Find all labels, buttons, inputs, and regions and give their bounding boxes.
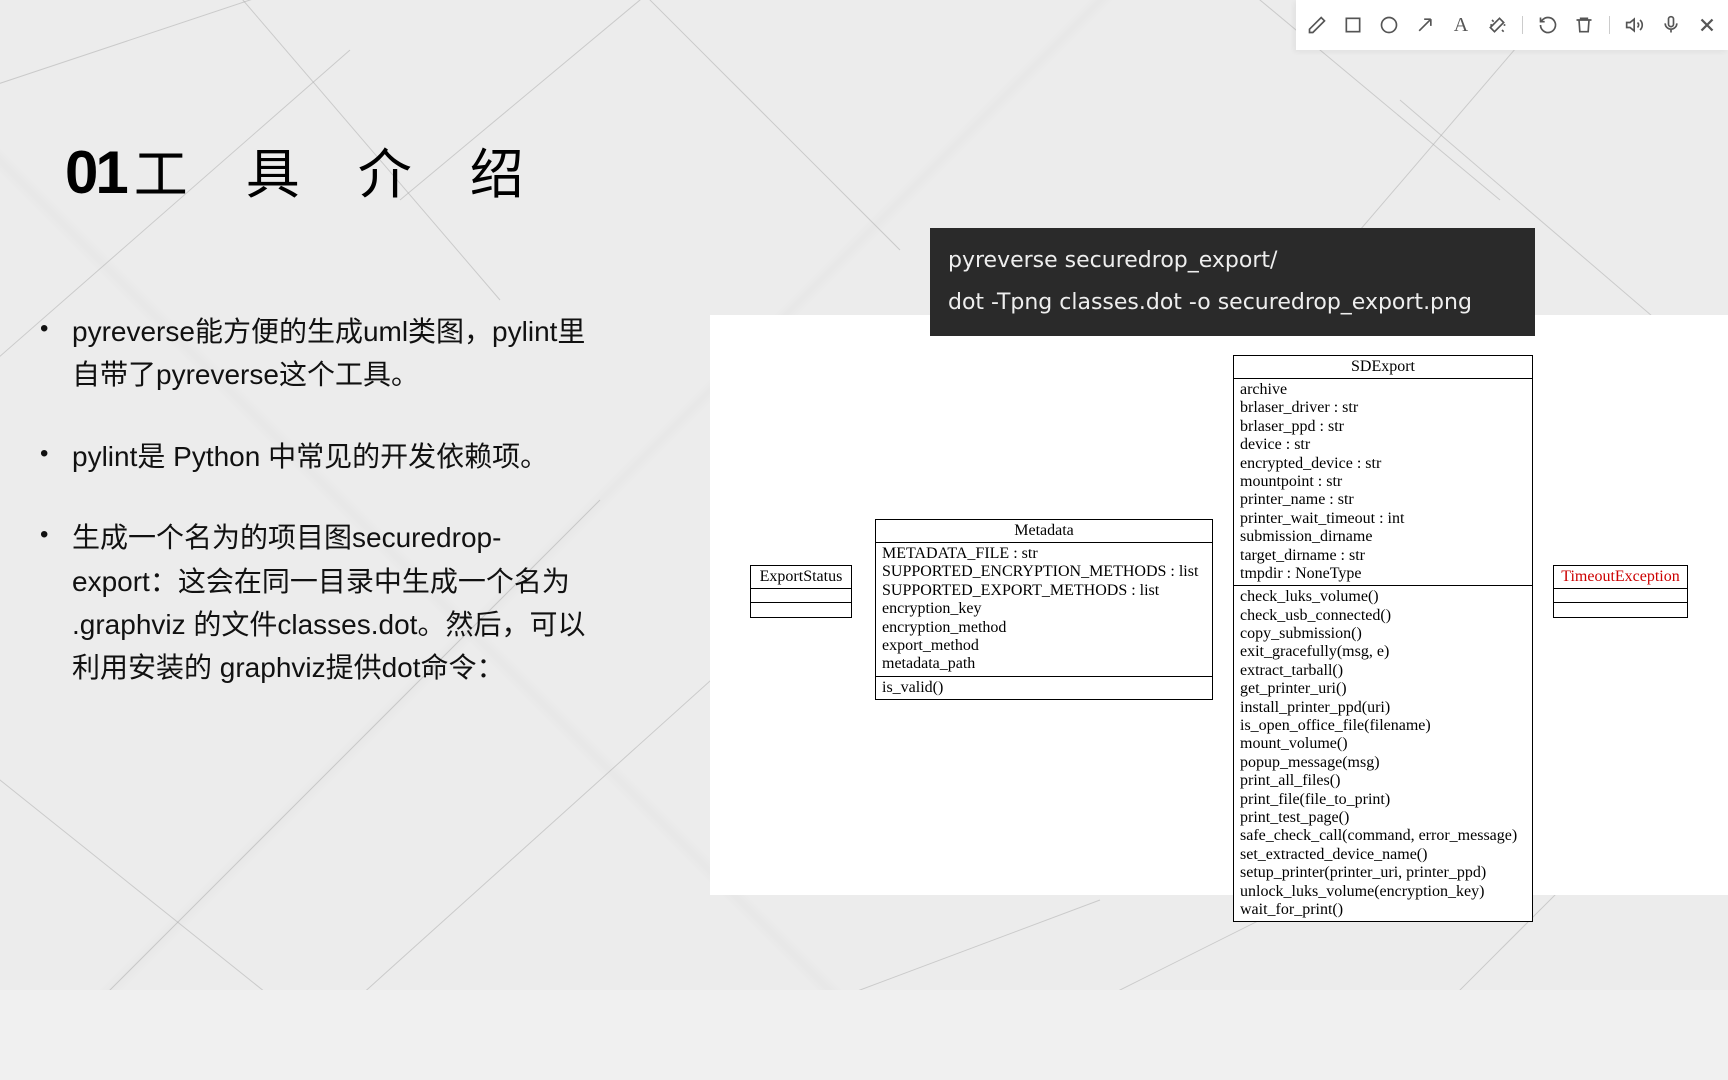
uml-member: SUPPORTED_ENCRYPTION_METHODS : list xyxy=(882,563,1206,581)
uml-title: SDExport xyxy=(1234,356,1532,379)
uml-member: print_file(file_to_print) xyxy=(1240,791,1526,809)
uml-member: submission_dirname xyxy=(1240,528,1526,546)
wand-icon[interactable] xyxy=(1486,14,1508,36)
uml-member: SUPPORTED_EXPORT_METHODS : list xyxy=(882,582,1206,600)
uml-class-exportstatus: ExportStatus xyxy=(750,565,852,618)
uml-member: extract_tarball() xyxy=(1240,662,1526,680)
uml-member: printer_wait_timeout : int xyxy=(1240,510,1526,528)
uml-member: target_dirname : str xyxy=(1240,547,1526,565)
uml-member: is_open_office_file(filename) xyxy=(1240,717,1526,735)
code-line: pyreverse securedrop_export/ xyxy=(948,240,1517,282)
uml-member: setup_printer(printer_uri, printer_ppd) xyxy=(1240,864,1526,882)
slide-title: 工具介绍 xyxy=(134,130,582,209)
code-line: dot -Tpng classes.dot -o securedrop_expo… xyxy=(948,282,1517,324)
bullet-list: pyreverse能方便的生成uml类图，pylint里自带了pyreverse… xyxy=(30,310,590,728)
undo-icon[interactable] xyxy=(1537,14,1559,36)
uml-member: printer_name : str xyxy=(1240,491,1526,509)
pencil-icon[interactable] xyxy=(1306,14,1328,36)
slide-content: 01 工具介绍 pyreverse能方便的生成uml类图，pylint里自带了p… xyxy=(0,0,1728,990)
uml-member: is_valid() xyxy=(882,679,1206,697)
uml-methods xyxy=(751,603,851,617)
uml-member: print_test_page() xyxy=(1240,809,1526,827)
uml-attrs xyxy=(1554,589,1687,603)
uml-member: print_all_files() xyxy=(1240,772,1526,790)
uml-member: encryption_key xyxy=(882,600,1206,618)
trash-icon[interactable] xyxy=(1573,14,1595,36)
uml-class-timeout: TimeoutException xyxy=(1553,565,1688,618)
uml-member: set_extracted_device_name() xyxy=(1240,846,1526,864)
bullet-item: pyreverse能方便的生成uml类图，pylint里自带了pyreverse… xyxy=(30,310,590,397)
uml-member: safe_check_call(command, error_message) xyxy=(1240,827,1526,845)
uml-diagram: ExportStatus Metadata METADATA_FILE : st… xyxy=(710,315,1728,895)
circle-icon[interactable] xyxy=(1378,14,1400,36)
uml-member: mount_volume() xyxy=(1240,735,1526,753)
uml-member: copy_submission() xyxy=(1240,625,1526,643)
bullet-item: 生成一个名为的项目图securedrop-export：这会在同一目录中生成一个… xyxy=(30,516,590,690)
uml-member: brlaser_driver : str xyxy=(1240,399,1526,417)
uml-member: METADATA_FILE : str xyxy=(882,545,1206,563)
separator xyxy=(1609,16,1610,34)
uml-member: install_printer_ppd(uri) xyxy=(1240,699,1526,717)
uml-member: wait_for_print() xyxy=(1240,901,1526,919)
slide-header: 01 工具介绍 xyxy=(65,130,582,209)
uml-member: archive xyxy=(1240,381,1526,399)
uml-member: check_luks_volume() xyxy=(1240,588,1526,606)
bullet-item: pylint是 Python 中常见的开发依赖项。 xyxy=(30,435,590,478)
close-icon[interactable] xyxy=(1696,14,1718,36)
uml-member: exit_gracefully(msg, e) xyxy=(1240,643,1526,661)
square-icon[interactable] xyxy=(1342,14,1364,36)
uml-class-metadata: Metadata METADATA_FILE : strSUPPORTED_EN… xyxy=(875,519,1213,700)
uml-member: encryption_method xyxy=(882,619,1206,637)
uml-title: Metadata xyxy=(876,520,1212,543)
uml-member: unlock_luks_volume(encryption_key) xyxy=(1240,883,1526,901)
separator xyxy=(1522,16,1523,34)
uml-title: ExportStatus xyxy=(751,566,851,589)
uml-member: popup_message(msg) xyxy=(1240,754,1526,772)
code-block: pyreverse securedrop_export/ dot -Tpng c… xyxy=(930,228,1535,336)
uml-member: device : str xyxy=(1240,436,1526,454)
slide-number: 01 xyxy=(65,138,126,207)
toolbar: A xyxy=(1296,0,1728,50)
uml-member: get_printer_uri() xyxy=(1240,680,1526,698)
speaker-icon[interactable] xyxy=(1624,14,1646,36)
uml-methods xyxy=(1554,603,1687,617)
uml-member: metadata_path xyxy=(882,655,1206,673)
uml-attrs: archivebrlaser_driver : strbrlaser_ppd :… xyxy=(1234,379,1532,586)
uml-class-sdexport: SDExport archivebrlaser_driver : strbrla… xyxy=(1233,355,1533,922)
arrow-icon[interactable] xyxy=(1414,14,1436,36)
mic-icon[interactable] xyxy=(1660,14,1682,36)
uml-member: export_method xyxy=(882,637,1206,655)
uml-title: TimeoutException xyxy=(1554,566,1687,589)
uml-member: mountpoint : str xyxy=(1240,473,1526,491)
uml-attrs xyxy=(751,589,851,603)
uml-member: check_usb_connected() xyxy=(1240,607,1526,625)
uml-member: encrypted_device : str xyxy=(1240,455,1526,473)
uml-methods: check_luks_volume()check_usb_connected()… xyxy=(1234,586,1532,921)
text-icon[interactable]: A xyxy=(1450,14,1472,36)
uml-member: brlaser_ppd : str xyxy=(1240,418,1526,436)
uml-member: tmpdir : NoneType xyxy=(1240,565,1526,583)
uml-attrs: METADATA_FILE : strSUPPORTED_ENCRYPTION_… xyxy=(876,543,1212,677)
uml-methods: is_valid() xyxy=(876,677,1212,699)
